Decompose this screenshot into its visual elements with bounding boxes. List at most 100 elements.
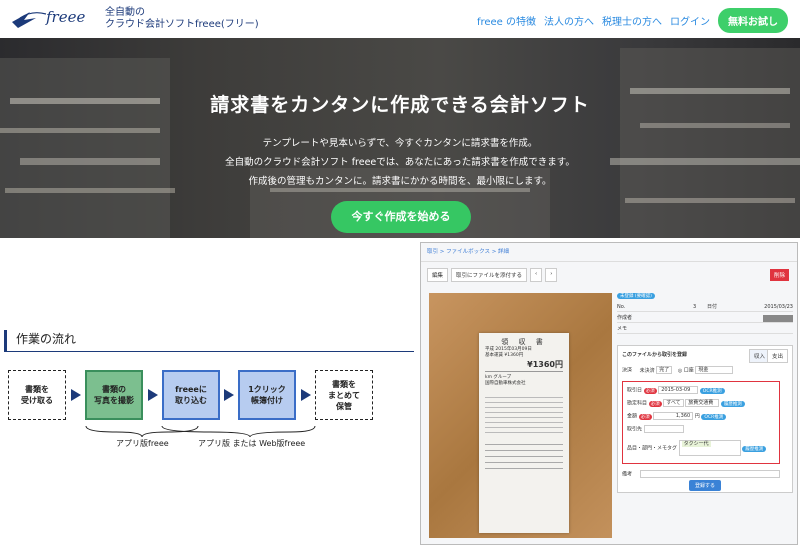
- freee-logo[interactable]: freee: [10, 4, 98, 32]
- hero-line-1: テンプレートや見本いらずで、今すぐカンタンに請求書を作成。: [262, 138, 538, 149]
- receipt-company-2: 国際自動車株式会社: [485, 381, 526, 386]
- amount-unit: 円: [694, 413, 700, 420]
- meta-row-creator: 作成者: [617, 314, 793, 323]
- next-icon[interactable]: ›: [545, 268, 558, 282]
- arrow-right-icon: [224, 389, 234, 401]
- step-store-documents: 書類を まとめて 保管: [315, 370, 373, 420]
- history-badge: 履歴推測: [742, 445, 767, 452]
- remark-label: 備考: [622, 471, 633, 478]
- date-field-row: 取引日 必須 2015-03-09 OCR推測: [627, 386, 725, 394]
- date-value: 2015/03/23: [764, 304, 793, 310]
- hero-line-3: 作成後の管理もカンタンに。請求書にかかる時間を、最小限にします。: [248, 176, 552, 187]
- partner-field-row: 取引先: [627, 425, 684, 433]
- date-label: 日付: [707, 304, 718, 310]
- tagline: 全自動の クラウド会計ソフトfreee(フリー): [105, 7, 259, 31]
- creator-value-redacted: [763, 315, 793, 322]
- step-one-click-bookkeeping: 1クリック 帳簿付け: [238, 370, 296, 420]
- ocr-badge: OCR推測: [701, 413, 727, 420]
- memo-label: メモ: [617, 326, 628, 332]
- meta-row-number: No. 3 日付 2015/03/23: [617, 303, 793, 312]
- delete-button[interactable]: 削除: [769, 269, 789, 281]
- radio-icon[interactable]: ◎: [678, 368, 682, 374]
- amount-label: 金額: [627, 413, 638, 420]
- tagline-line-1: 全自動の: [105, 7, 145, 18]
- nav-features[interactable]: freee の特徴: [477, 13, 536, 28]
- required-badge: 必須: [638, 413, 652, 420]
- tags-input[interactable]: タクシー代: [678, 440, 741, 456]
- edit-button[interactable]: 編集: [427, 268, 449, 282]
- tagline-line-2: クラウド会計ソフトfreee(フリー): [105, 19, 259, 30]
- creator-label: 作成者: [617, 315, 633, 321]
- date-input[interactable]: 2015-03-09: [658, 386, 699, 394]
- account-select[interactable]: 現金: [695, 366, 734, 374]
- receipt-footer: [485, 439, 563, 469]
- partner-label: 取引先: [627, 426, 643, 433]
- receipt-line: 基本運賃 ¥1360円: [485, 353, 524, 358]
- number-label: No.: [617, 304, 626, 310]
- main-nav: freee の特徴 法人の方へ 税理士の方へ ログイン 無料お試し: [477, 8, 788, 33]
- settle-unpaid-option[interactable]: 未決済: [640, 368, 655, 374]
- logo-text: freee: [45, 8, 85, 26]
- hero-title: 請求書をカンタンに作成できる会計ソフト: [210, 94, 590, 116]
- nav-login[interactable]: ログイン: [670, 13, 710, 28]
- settlement-row: 決済 未決済 完了 ◎ 口座 現金: [622, 366, 734, 374]
- receipt-title: 領 収 書: [501, 338, 547, 346]
- breadcrumb[interactable]: 取引 > ファイルボックス > 詳細: [427, 247, 509, 255]
- remark-input[interactable]: [639, 470, 780, 478]
- ocr-highlight-frame: 取引日 必須 2015-03-09 OCR推測 勘定科目 必須 すべて 旅費交通…: [622, 381, 780, 464]
- required-badge: 必須: [643, 387, 657, 394]
- brace-label-app-or-web: アプリ版 または Web版freee: [198, 439, 306, 448]
- item-field-row: 勘定科目 必須 すべて 旅費交通費 履歴推測: [627, 399, 745, 407]
- arrow-right-icon: [301, 389, 311, 401]
- amount-field-row: 金額 必須 1,360 円 OCR推測: [627, 412, 727, 420]
- step-receive-documents: 書類を 受け取る: [8, 370, 66, 420]
- nav-corporate[interactable]: 法人の方へ: [544, 13, 594, 28]
- tags-field-row: 品目・部門・メモタグ タクシー代 履歴推測: [627, 440, 767, 456]
- receipt-amount: ¥1360円: [527, 360, 563, 369]
- history-badge: 履歴推測: [720, 400, 745, 407]
- number-value: 3: [693, 304, 697, 310]
- attach-to-transaction-button[interactable]: 取引にファイルを添付する: [451, 268, 528, 282]
- workflow-section-title: 作業の流れ: [4, 330, 414, 352]
- brace-label-app: アプリ版freee: [116, 439, 169, 448]
- site-header: freee 全自動の クラウド会計ソフトfreee(フリー) freee の特徴…: [0, 0, 800, 38]
- receipt-photo: 領 収 書 平成 2015年03月09日 基本運賃 ¥1360円 ¥1360円 …: [429, 293, 612, 538]
- ocr-badge: OCR推測: [699, 387, 725, 394]
- arrow-right-icon: [148, 389, 158, 401]
- partner-input[interactable]: [643, 425, 684, 433]
- item-filter-select[interactable]: すべて: [663, 399, 684, 407]
- step-import-to-freee: freeeに 取り込む: [162, 370, 220, 420]
- status-badge: 未登録 (要確認): [617, 293, 655, 299]
- register-panel: このファイルから取引を登録 収入 支出 決済 未決済 完了 ◎ 口座 現金 取引…: [617, 345, 793, 493]
- amount-input[interactable]: 1,360: [653, 412, 694, 420]
- remark-row: 備考: [622, 470, 780, 478]
- settle-label: 決済: [622, 367, 633, 374]
- receipt-divider: [485, 371, 563, 372]
- register-button[interactable]: 登録する: [689, 480, 722, 491]
- nav-accountants[interactable]: 税理士の方へ: [602, 13, 662, 28]
- prev-icon[interactable]: ‹: [530, 268, 543, 282]
- divider: [421, 261, 797, 262]
- date-field-label: 取引日: [627, 387, 643, 394]
- step-photograph-documents: 書類の 写真を撮影: [85, 370, 143, 420]
- hero-line-2: 全自動のクラウド会計ソフト freeeでは、あなたにあった請求書を作成できます。: [225, 157, 575, 168]
- free-trial-button[interactable]: 無料お試し: [718, 8, 788, 33]
- app-toolbar: 編集 取引にファイルを添付する ‹ ›: [427, 268, 558, 282]
- required-badge: 必須: [648, 400, 662, 407]
- account-label: 口座: [683, 367, 694, 374]
- arrow-right-icon: [71, 389, 81, 401]
- tag-chip[interactable]: タクシー代: [681, 441, 711, 447]
- receipt-fine-print: [485, 393, 563, 433]
- item-select[interactable]: 旅費交通費: [685, 399, 720, 407]
- tags-label: 品目・部門・メモタグ: [627, 445, 678, 452]
- hero-banner: 請求書をカンタンに作成できる会計ソフト テンプレートや見本いらずで、今すぐカンタ…: [0, 38, 800, 238]
- settle-done-option[interactable]: 完了: [656, 366, 673, 374]
- workflow-braces: [85, 425, 316, 438]
- start-now-button[interactable]: 今すぐ作成を始める: [331, 201, 471, 233]
- panel-title: このファイルから取引を登録: [622, 352, 688, 358]
- app-screenshot: 取引 > ファイルボックス > 詳細 編集 取引にファイルを添付する ‹ › 削…: [420, 242, 798, 545]
- expense-tab[interactable]: 支出: [766, 349, 788, 363]
- item-label: 勘定科目: [627, 400, 648, 407]
- receipt: 領 収 書 平成 2015年03月09日 基本運賃 ¥1360円 ¥1360円 …: [479, 333, 569, 533]
- meta-row-memo: メモ: [617, 325, 793, 334]
